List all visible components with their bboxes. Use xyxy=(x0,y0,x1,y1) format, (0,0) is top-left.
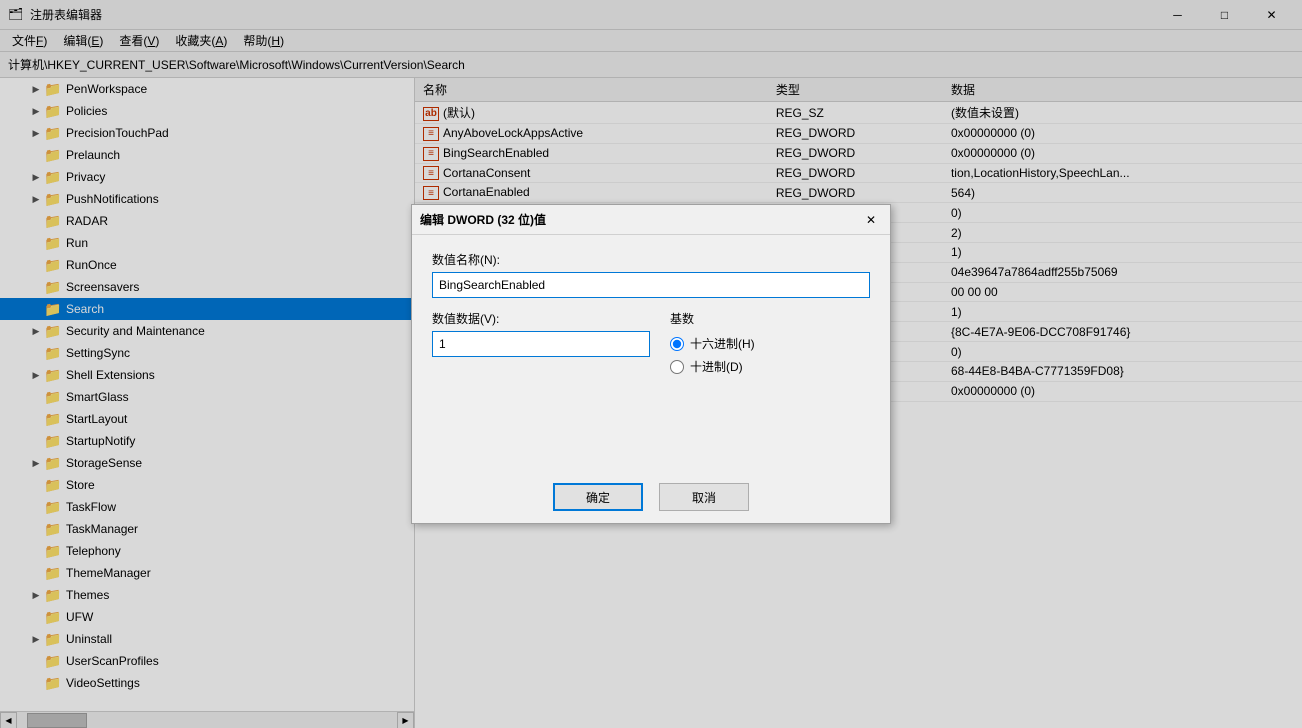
dialog-buttons: 确定 取消 xyxy=(412,471,890,523)
hex-radio-text: 十六进制(H) xyxy=(690,335,755,352)
hex-radio-label[interactable]: 十六进制(H) xyxy=(670,335,870,352)
data-input[interactable] xyxy=(432,331,650,357)
name-input[interactable] xyxy=(432,272,870,298)
value-section: 数值数据(V): xyxy=(432,310,650,357)
hex-radio[interactable] xyxy=(670,337,684,351)
dec-radio-text: 十进制(D) xyxy=(690,358,743,375)
dialog-overlay: 编辑 DWORD (32 位)值 ✕ 数值名称(N): 数值数据(V): 基数 xyxy=(0,0,1302,728)
dec-radio[interactable] xyxy=(670,360,684,374)
dialog-close-button[interactable]: ✕ xyxy=(860,209,882,231)
radio-group: 十六进制(H) 十进制(D) xyxy=(670,335,870,375)
data-label: 数值数据(V): xyxy=(432,310,650,327)
name-section: 数值名称(N): xyxy=(432,251,870,298)
base-label: 基数 xyxy=(670,310,870,327)
dialog-title-bar: 编辑 DWORD (32 位)值 ✕ xyxy=(412,205,890,235)
cancel-button[interactable]: 取消 xyxy=(659,483,749,511)
dialog-body: 数值名称(N): 数值数据(V): 基数 十六进制(H) xyxy=(412,235,890,471)
name-label: 数值名称(N): xyxy=(432,251,870,268)
dec-radio-label[interactable]: 十进制(D) xyxy=(670,358,870,375)
base-section: 基数 十六进制(H) 十进制(D) xyxy=(670,310,870,375)
data-row: 数值数据(V): 基数 十六进制(H) 十进制(D) xyxy=(432,310,870,375)
dialog-title: 编辑 DWORD (32 位)值 xyxy=(420,211,546,228)
edit-dword-dialog: 编辑 DWORD (32 位)值 ✕ 数值名称(N): 数值数据(V): 基数 xyxy=(411,204,891,524)
confirm-button[interactable]: 确定 xyxy=(553,483,643,511)
